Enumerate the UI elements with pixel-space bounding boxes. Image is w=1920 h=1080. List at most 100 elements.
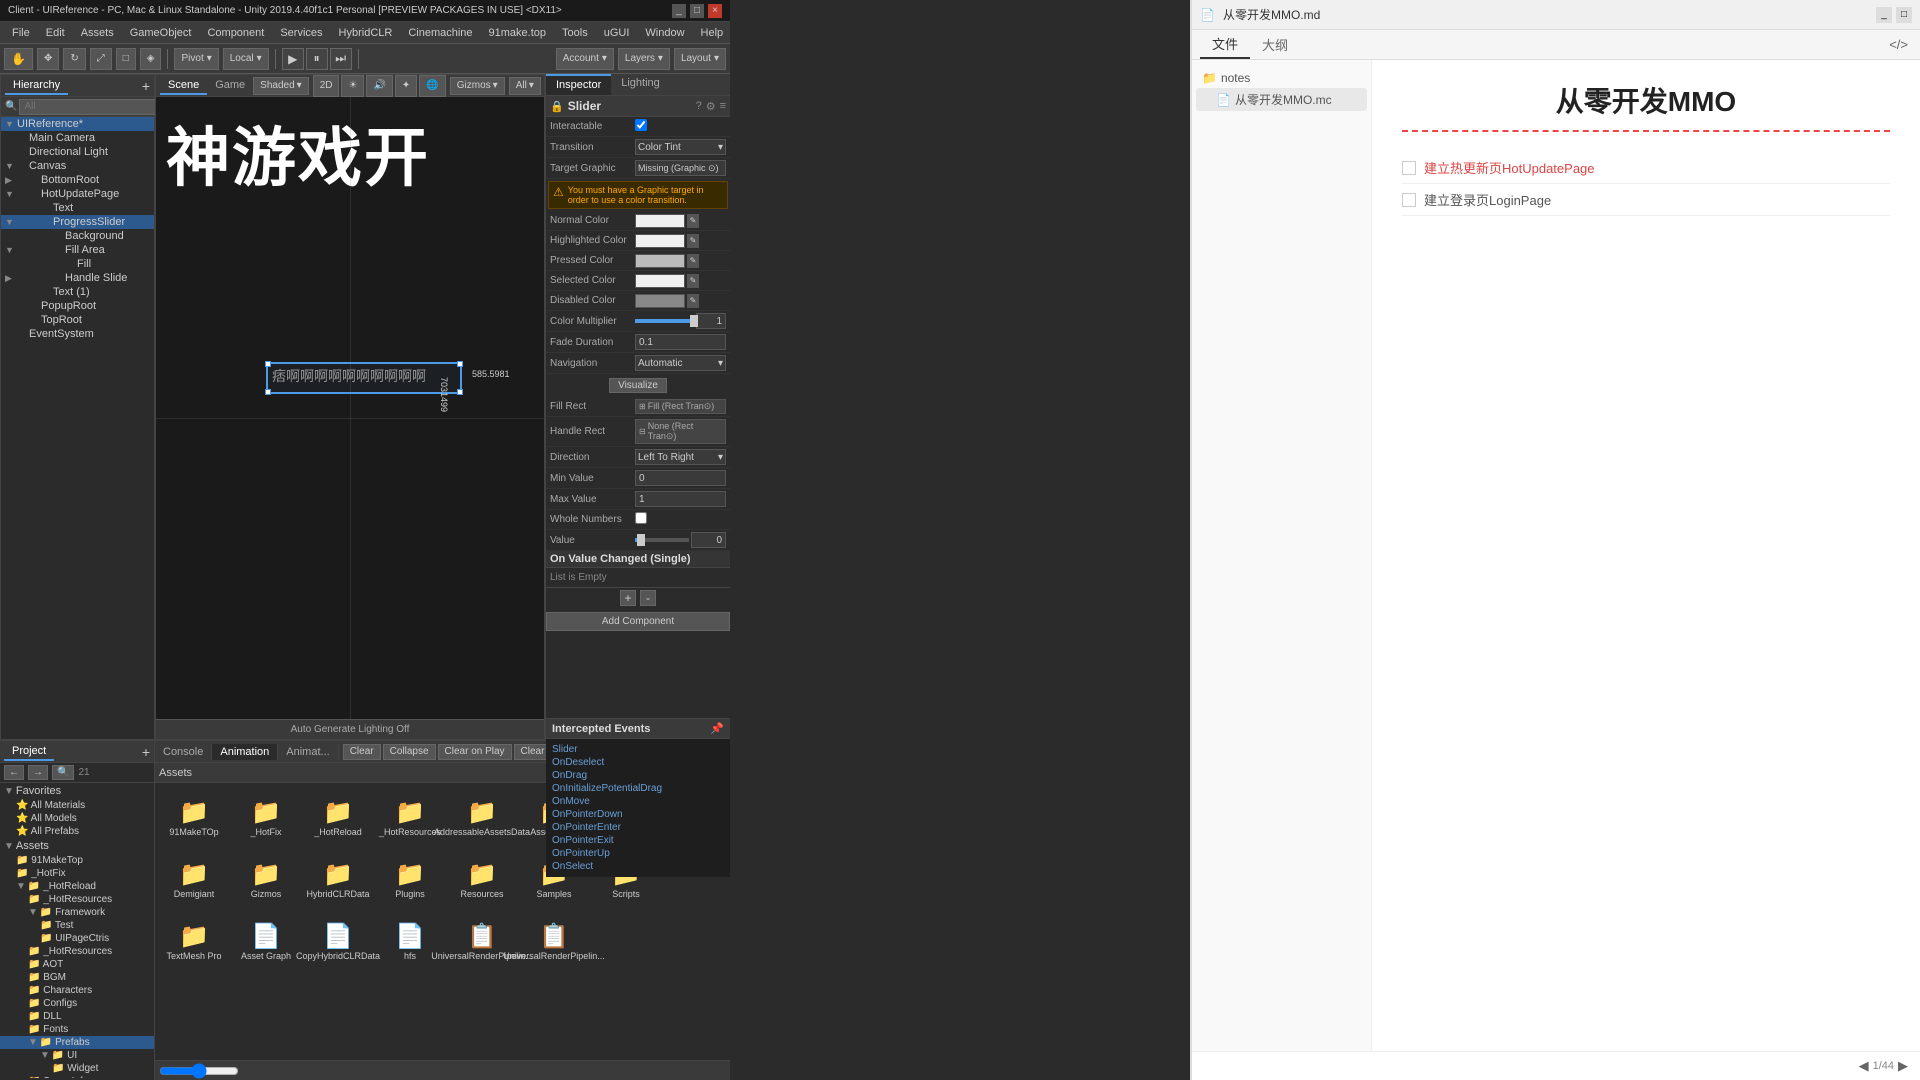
tree-item-maincamera[interactable]: Main Camera bbox=[1, 131, 154, 145]
notes-code-btn[interactable]: </> bbox=[1885, 35, 1912, 54]
menu-gameobject[interactable]: GameObject bbox=[122, 25, 200, 41]
asset-sceneinfo[interactable]: 📁 SceneInfo bbox=[0, 1075, 154, 1078]
skybox-btn[interactable]: 🌐 bbox=[419, 75, 445, 97]
normal-color-edit[interactable]: ✎ bbox=[687, 214, 699, 228]
play-btn[interactable]: ▶ bbox=[282, 48, 304, 70]
event-onpointerexit[interactable]: OnPointerExit bbox=[550, 834, 726, 847]
event-remove-btn[interactable]: - bbox=[640, 590, 656, 606]
handle-tl[interactable] bbox=[265, 361, 271, 367]
tree-item-canvas[interactable]: ▼ Canvas bbox=[1, 159, 154, 173]
all-prefabs[interactable]: ⭐ All Prefabs bbox=[0, 825, 154, 838]
handle-bl[interactable] bbox=[265, 389, 271, 395]
hierarchy-add-btn[interactable]: + bbox=[142, 78, 150, 94]
asset-fonts[interactable]: 📁 Fonts bbox=[0, 1023, 154, 1036]
all-dropdown[interactable]: All▾ bbox=[509, 77, 541, 95]
tree-item-toproot[interactable]: TopRoot bbox=[1, 313, 154, 327]
menu-window[interactable]: Window bbox=[637, 25, 692, 41]
hand-tool[interactable]: ✋ bbox=[4, 48, 33, 70]
tree-item-text[interactable]: Text bbox=[1, 201, 154, 215]
selected-color-edit[interactable]: ✎ bbox=[687, 274, 699, 288]
asset-item-copyhybrid[interactable]: 📄 CopyHybridCLRData bbox=[303, 911, 373, 971]
tab-lighting[interactable]: Lighting bbox=[611, 74, 670, 95]
value-thumb[interactable] bbox=[637, 534, 645, 546]
asset-91maketop[interactable]: 📁 91MakeTop bbox=[0, 854, 154, 867]
tree-item-fillarea[interactable]: ▼ Fill Area bbox=[1, 243, 154, 257]
tree-item-bottomroot[interactable]: ▶ BottomRoot bbox=[1, 173, 154, 187]
account-dropdown[interactable]: Account▾ bbox=[556, 48, 614, 70]
layout-dropdown[interactable]: Layout▾ bbox=[674, 48, 726, 70]
component-help-btn[interactable]: ? bbox=[696, 100, 702, 113]
menu-assets[interactable]: Assets bbox=[73, 25, 122, 41]
menu-91make[interactable]: 91make.top bbox=[481, 25, 554, 41]
shaded-dropdown[interactable]: Shaded▾ bbox=[253, 77, 309, 95]
asset-item-demigiant[interactable]: 📁 Demigiant bbox=[159, 849, 229, 909]
tab-animat[interactable]: Animat... bbox=[278, 744, 338, 760]
asset-bgm[interactable]: 📁 BGM bbox=[0, 971, 154, 984]
tree-item-fill[interactable]: Fill bbox=[1, 257, 154, 271]
move-tool[interactable]: ✥ bbox=[37, 48, 59, 70]
asset-item-urp2[interactable]: 📋 UniversalRenderPipelin... bbox=[519, 911, 589, 971]
interactable-checkbox[interactable] bbox=[635, 119, 647, 131]
notes-link-0[interactable]: 建立热更新页HotUpdatePage bbox=[1424, 158, 1595, 177]
visualize-btn[interactable]: Visualize bbox=[609, 378, 667, 393]
asset-item-addressable[interactable]: 📁 AddressableAssetsData bbox=[447, 787, 517, 847]
pressed-color-swatch[interactable] bbox=[635, 254, 685, 268]
auto-lighting-bar[interactable]: Auto Generate Lighting Off bbox=[156, 719, 544, 739]
value-track[interactable] bbox=[635, 538, 689, 542]
component-settings-btn[interactable]: ⚙ bbox=[706, 100, 716, 113]
pause-btn[interactable]: ⏸ bbox=[306, 48, 328, 70]
2d-btn[interactable]: 2D bbox=[313, 75, 340, 97]
fill-rect-btn[interactable]: ⊞ Fill (Rect Tran⊙) bbox=[635, 399, 726, 414]
assets-folder[interactable]: ▼ Assets bbox=[0, 838, 154, 854]
tree-item-handleslide[interactable]: ▶ Handle Slide bbox=[1, 271, 154, 285]
notes-minimize-btn[interactable]: _ bbox=[1876, 7, 1892, 23]
asset-item-hfs[interactable]: 📄 hfs bbox=[375, 911, 445, 971]
clear-btn[interactable]: Clear bbox=[343, 744, 381, 760]
tab-wenJian[interactable]: 文件 bbox=[1200, 30, 1250, 59]
notes-maximize-btn[interactable]: □ bbox=[1896, 7, 1912, 23]
asset-aot[interactable]: 📁 AOT bbox=[0, 958, 154, 971]
menu-component[interactable]: Component bbox=[199, 25, 272, 41]
pin-btn[interactable]: 📌 bbox=[710, 722, 724, 735]
asset-item-urp1[interactable]: 📋 UniversalRenderPipelin... bbox=[447, 911, 517, 971]
asset-item-hotfix[interactable]: 📁 _HotFix bbox=[231, 787, 301, 847]
navigation-dropdown[interactable]: Automatic▾ bbox=[635, 355, 726, 371]
asset-test[interactable]: 📁 Test bbox=[0, 919, 154, 932]
handle-rect-btn[interactable]: ⊟ None (Rect Tran⊙) bbox=[635, 419, 726, 444]
notes-next-btn[interactable]: ▶ bbox=[1894, 1056, 1912, 1076]
menu-help[interactable]: Help bbox=[693, 25, 732, 41]
transform-tool[interactable]: ◈ bbox=[140, 48, 162, 70]
on-value-changed-section[interactable]: On Value Changed (Single) bbox=[546, 551, 730, 568]
zoom-slider[interactable] bbox=[159, 1063, 239, 1079]
asset-item-assetgraph2[interactable]: 📄 Asset Graph bbox=[231, 911, 301, 971]
tab-game[interactable]: Game bbox=[207, 77, 253, 95]
tab-project[interactable]: Project bbox=[4, 743, 54, 761]
project-add-btn[interactable]: + bbox=[142, 744, 150, 760]
layers-dropdown[interactable]: Layers▾ bbox=[618, 48, 670, 70]
rect-tool[interactable]: □ bbox=[116, 48, 136, 70]
project-back-btn[interactable]: ← bbox=[4, 765, 24, 780]
asset-item-hotreload[interactable]: 📁 _HotReload bbox=[303, 787, 373, 847]
scale-tool[interactable]: ⤢ bbox=[90, 48, 112, 70]
notes-checkbox-0[interactable] bbox=[1402, 161, 1416, 175]
asset-item-textmesh[interactable]: 📁 TextMesh Pro bbox=[159, 911, 229, 971]
menu-edit[interactable]: Edit bbox=[38, 25, 73, 41]
hierarchy-search-input[interactable] bbox=[19, 99, 161, 115]
color-multiplier-thumb[interactable] bbox=[690, 315, 698, 327]
asset-item-91maketop[interactable]: 📁 91MakeTOp bbox=[159, 787, 229, 847]
menu-file[interactable]: File bbox=[4, 25, 38, 41]
fade-duration-field[interactable] bbox=[635, 334, 726, 350]
add-component-btn[interactable]: Add Component bbox=[546, 612, 730, 631]
tab-hierarchy[interactable]: Hierarchy bbox=[5, 77, 68, 95]
min-value-field[interactable]: 0 bbox=[635, 470, 726, 486]
light-btn[interactable]: ☀ bbox=[341, 75, 364, 97]
event-onpointerenter[interactable]: OnPointerEnter bbox=[550, 821, 726, 834]
asset-hotreload[interactable]: ▼ 📁 _HotReload bbox=[0, 880, 154, 893]
tree-item-directionallight[interactable]: Directional Light bbox=[1, 145, 154, 159]
project-fwd-btn[interactable]: → bbox=[28, 765, 48, 780]
menu-cinemachine[interactable]: Cinemachine bbox=[400, 25, 480, 41]
handle-tr[interactable] bbox=[457, 361, 463, 367]
all-models[interactable]: ⭐ All Models bbox=[0, 812, 154, 825]
asset-item-plugins[interactable]: 📁 Plugins bbox=[375, 849, 445, 909]
tab-console[interactable]: Console bbox=[155, 744, 212, 760]
